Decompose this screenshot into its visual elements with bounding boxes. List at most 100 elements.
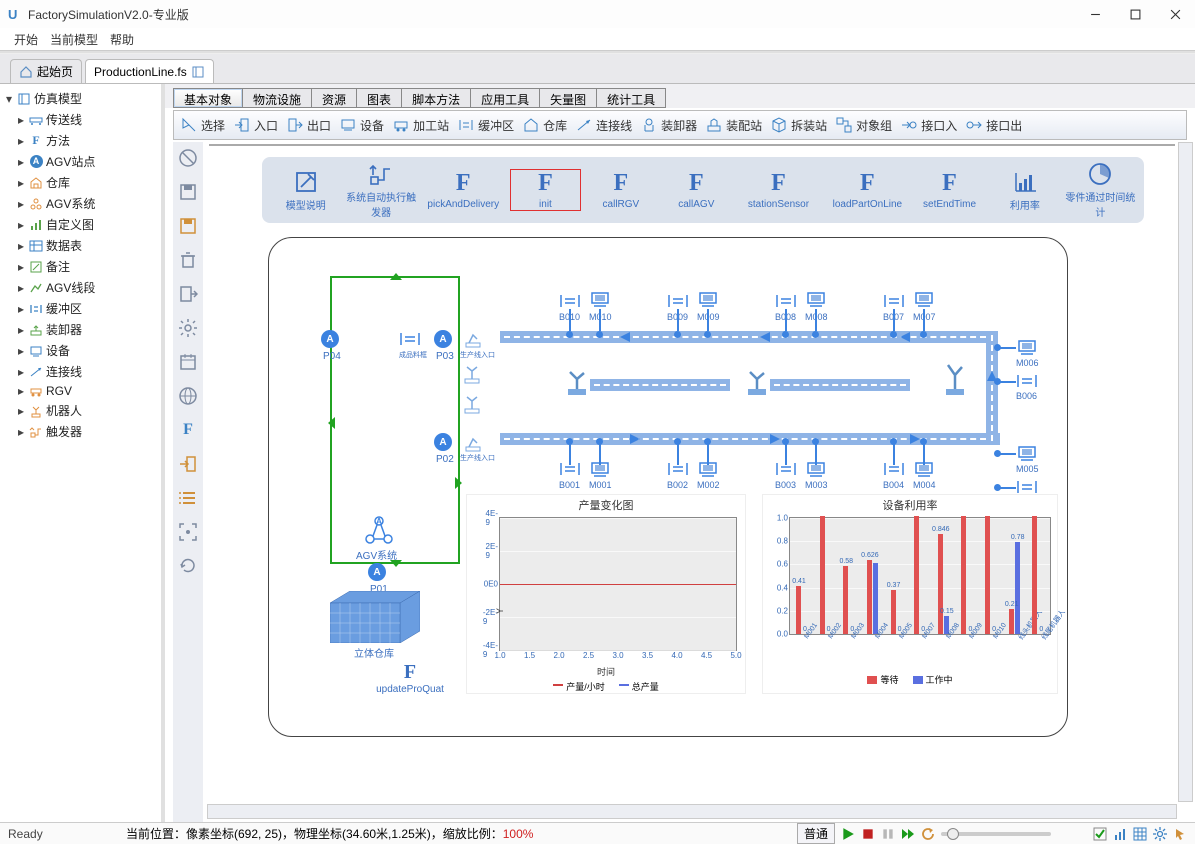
tool-calendar-icon[interactable] [178,352,198,372]
tool-focus-icon[interactable] [178,522,198,542]
agv-system-icon[interactable]: A [360,511,398,549]
ribbon-4[interactable]: 加工站 [392,116,449,134]
tree-item-7[interactable]: ▸备注 [2,256,159,277]
tool-nosmoking-icon[interactable] [178,148,198,168]
objbar-模型说明[interactable]: 模型说明 [270,169,341,212]
subtab-4[interactable]: 脚本方法 [401,88,471,108]
mode-button[interactable]: 普通 [797,823,835,844]
maximize-button[interactable] [1115,0,1155,28]
tree-item-6[interactable]: ▸数据表 [2,235,159,256]
tool-refresh-icon[interactable] [178,556,198,576]
tree-item-15[interactable]: ▸触发器 [2,421,159,442]
tool-saveas-icon[interactable] [178,216,198,236]
stop-button[interactable] [861,827,875,841]
tree-item-3[interactable]: ▸仓库 [2,172,159,193]
subtab-0[interactable]: 基本对象 [173,88,243,108]
tool-login-icon[interactable] [178,454,198,474]
fast-button[interactable] [901,827,915,841]
machine-M001[interactable] [589,459,611,479]
minimize-button[interactable] [1075,0,1115,28]
ribbon-2[interactable]: 出口 [286,116,331,134]
robot-small-icon-2[interactable] [462,363,482,385]
tab-file[interactable]: ProductionLine.fs [85,59,214,83]
objbar-stationSensor[interactable]: FstationSensor [736,170,821,210]
expand-icon[interactable]: ▸ [18,239,26,253]
tree-item-4[interactable]: ▸AGV系统 [2,193,159,214]
ribbon-6[interactable]: 仓库 [522,116,567,134]
machine-M002[interactable] [697,459,719,479]
expand-icon[interactable]: ▸ [18,218,26,232]
tool-globe-icon[interactable] [178,386,198,406]
menu-current-model[interactable]: 当前模型 [48,29,100,50]
machine-M003[interactable] [805,459,827,479]
agv-node-p04[interactable]: A [321,330,339,348]
tree-item-14[interactable]: ▸机器人 [2,400,159,421]
robot-mid-1[interactable] [564,367,590,397]
robot-right[interactable] [942,357,968,387]
subtab-3[interactable]: 图表 [356,88,402,108]
ribbon-10[interactable]: 拆装站 [770,116,827,134]
objbar-callAGV[interactable]: FcallAGV [661,170,732,210]
tool-export-icon[interactable] [178,284,198,304]
expand-icon[interactable]: ▸ [18,113,26,127]
tool-delete-icon[interactable] [178,250,198,270]
machine-M009[interactable] [697,289,719,309]
tree-item-10[interactable]: ▸装卸器 [2,319,159,340]
subtab-6[interactable]: 矢量图 [539,88,597,108]
canvas-scrollbar-horizontal[interactable] [207,804,1177,819]
expand-icon[interactable]: ▸ [18,302,26,316]
buffer-B006[interactable] [1016,373,1038,389]
ribbon-9[interactable]: 装配站 [705,116,762,134]
objbar-利用率[interactable]: 利用率 [989,169,1060,212]
tree-item-2[interactable]: ▸AAGV站点 [2,151,159,172]
tool-save-icon[interactable] [178,182,198,202]
pause-button[interactable] [881,827,895,841]
expand-icon[interactable]: ▸ [18,260,26,274]
buffer-B010[interactable] [559,293,581,309]
expand-icon[interactable]: ▸ [18,281,26,295]
pointer-icon[interactable] [1173,827,1187,841]
machine-M006[interactable] [1016,337,1038,357]
play-button[interactable] [841,827,855,841]
buffer-B005[interactable] [1016,479,1038,495]
agv-node-p01[interactable]: A [368,563,386,581]
objbar-零件通过时间统计[interactable]: 零件通过时间统计 [1065,161,1136,219]
buffer-B002[interactable] [667,461,689,477]
tree-item-0[interactable]: ▸传送线 [2,109,159,130]
tree-item-12[interactable]: ▸连接线 [2,361,159,382]
ribbon-0[interactable]: 选择 [180,116,225,134]
grid-icon[interactable] [1133,827,1147,841]
check-icon[interactable] [1093,827,1107,841]
buffer-B001[interactable] [559,461,581,477]
chart-production[interactable]: 产量变化图 4E-9 2E-9 0E0 -2E-9 -4E-9 1.0 [466,494,746,694]
gear-icon[interactable] [1153,827,1167,841]
tree-item-5[interactable]: ▸自定义图 [2,214,159,235]
tab-home[interactable]: 起始页 [10,59,82,83]
buffer-icon[interactable] [399,331,421,347]
menu-help[interactable]: 帮助 [108,29,136,50]
reset-button[interactable] [921,827,935,841]
expand-icon[interactable]: ▸ [18,365,26,379]
objbar-系统自动执行触发器[interactable]: 系统自动执行触发器 [345,161,416,219]
ribbon-7[interactable]: 连接线 [575,116,632,134]
subtab-1[interactable]: 物流设施 [242,88,312,108]
robot-small-icon[interactable] [463,329,483,349]
expand-icon[interactable]: ▾ [6,92,14,106]
objbar-callRGV[interactable]: FcallRGV [585,170,656,210]
close-button[interactable] [1155,0,1195,28]
warehouse-icon[interactable] [330,591,420,643]
chart-icon[interactable] [1113,827,1127,841]
ribbon-5[interactable]: 缓冲区 [457,116,514,134]
tree-item-13[interactable]: ▸RGV [2,382,159,400]
buffer-B007[interactable] [883,293,905,309]
model-canvas[interactable]: 模型说明系统自动执行触发器FpickAndDeliveryFinitFcallR… [209,144,1175,146]
ribbon-1[interactable]: 入口 [233,116,278,134]
buffer-B004[interactable] [883,461,905,477]
expand-icon[interactable]: ▸ [18,384,26,398]
buffer-B003[interactable] [775,461,797,477]
expand-icon[interactable]: ▸ [18,134,26,148]
robot-small-icon-4[interactable] [463,433,483,453]
robot-small-icon-3[interactable] [462,393,482,415]
ribbon-8[interactable]: 装卸器 [640,116,697,134]
ribbon-13[interactable]: 接口出 [965,116,1022,134]
